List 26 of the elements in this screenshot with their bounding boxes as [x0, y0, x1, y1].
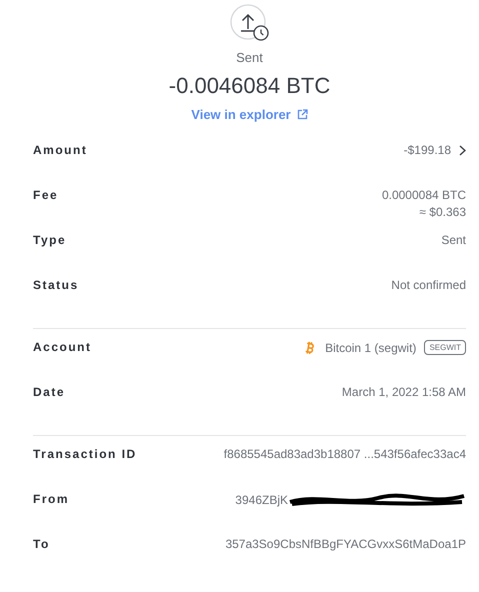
field-label: Amount — [33, 143, 88, 157]
field-value: f8685545ad83ad3b18807 ...543f56afec33ac4 — [224, 447, 466, 461]
transaction-amount: -0.0046084 BTC — [168, 73, 330, 99]
fiat-value: ≈ $0.363 — [419, 205, 466, 219]
field-label: Type — [33, 233, 66, 247]
field-value: 357a3So9CbsNfBBgFYACGvxxS6tMaDoa1P — [225, 537, 466, 551]
field-value: March 1, 2022 1:58 AM — [342, 385, 466, 399]
upload-clock-icon — [230, 4, 270, 42]
field-label: To — [33, 537, 50, 551]
field-value: Not confirmed — [391, 278, 466, 292]
field-label: Account — [33, 340, 92, 354]
transaction-status: Sent — [236, 50, 263, 65]
field-label: Status — [33, 278, 79, 292]
address-value: 3946ZBjK — [235, 493, 288, 507]
account-name: Bitcoin 1 (segwit) — [325, 340, 416, 354]
field-label: Transaction ID — [33, 447, 137, 461]
explorer-link[interactable]: View in explorer — [191, 107, 308, 122]
field-value: 0.0000084 BTC — [382, 188, 466, 202]
field-label: Date — [33, 385, 66, 399]
field-value: -$199.18 — [404, 143, 451, 157]
field-label: From — [33, 492, 69, 506]
chevron-right-icon[interactable] — [459, 144, 466, 156]
account-tag: SEGWIT — [424, 340, 466, 355]
field-label: Fee — [33, 188, 58, 202]
external-link-icon — [296, 109, 308, 120]
field-value: Sent — [441, 233, 466, 247]
